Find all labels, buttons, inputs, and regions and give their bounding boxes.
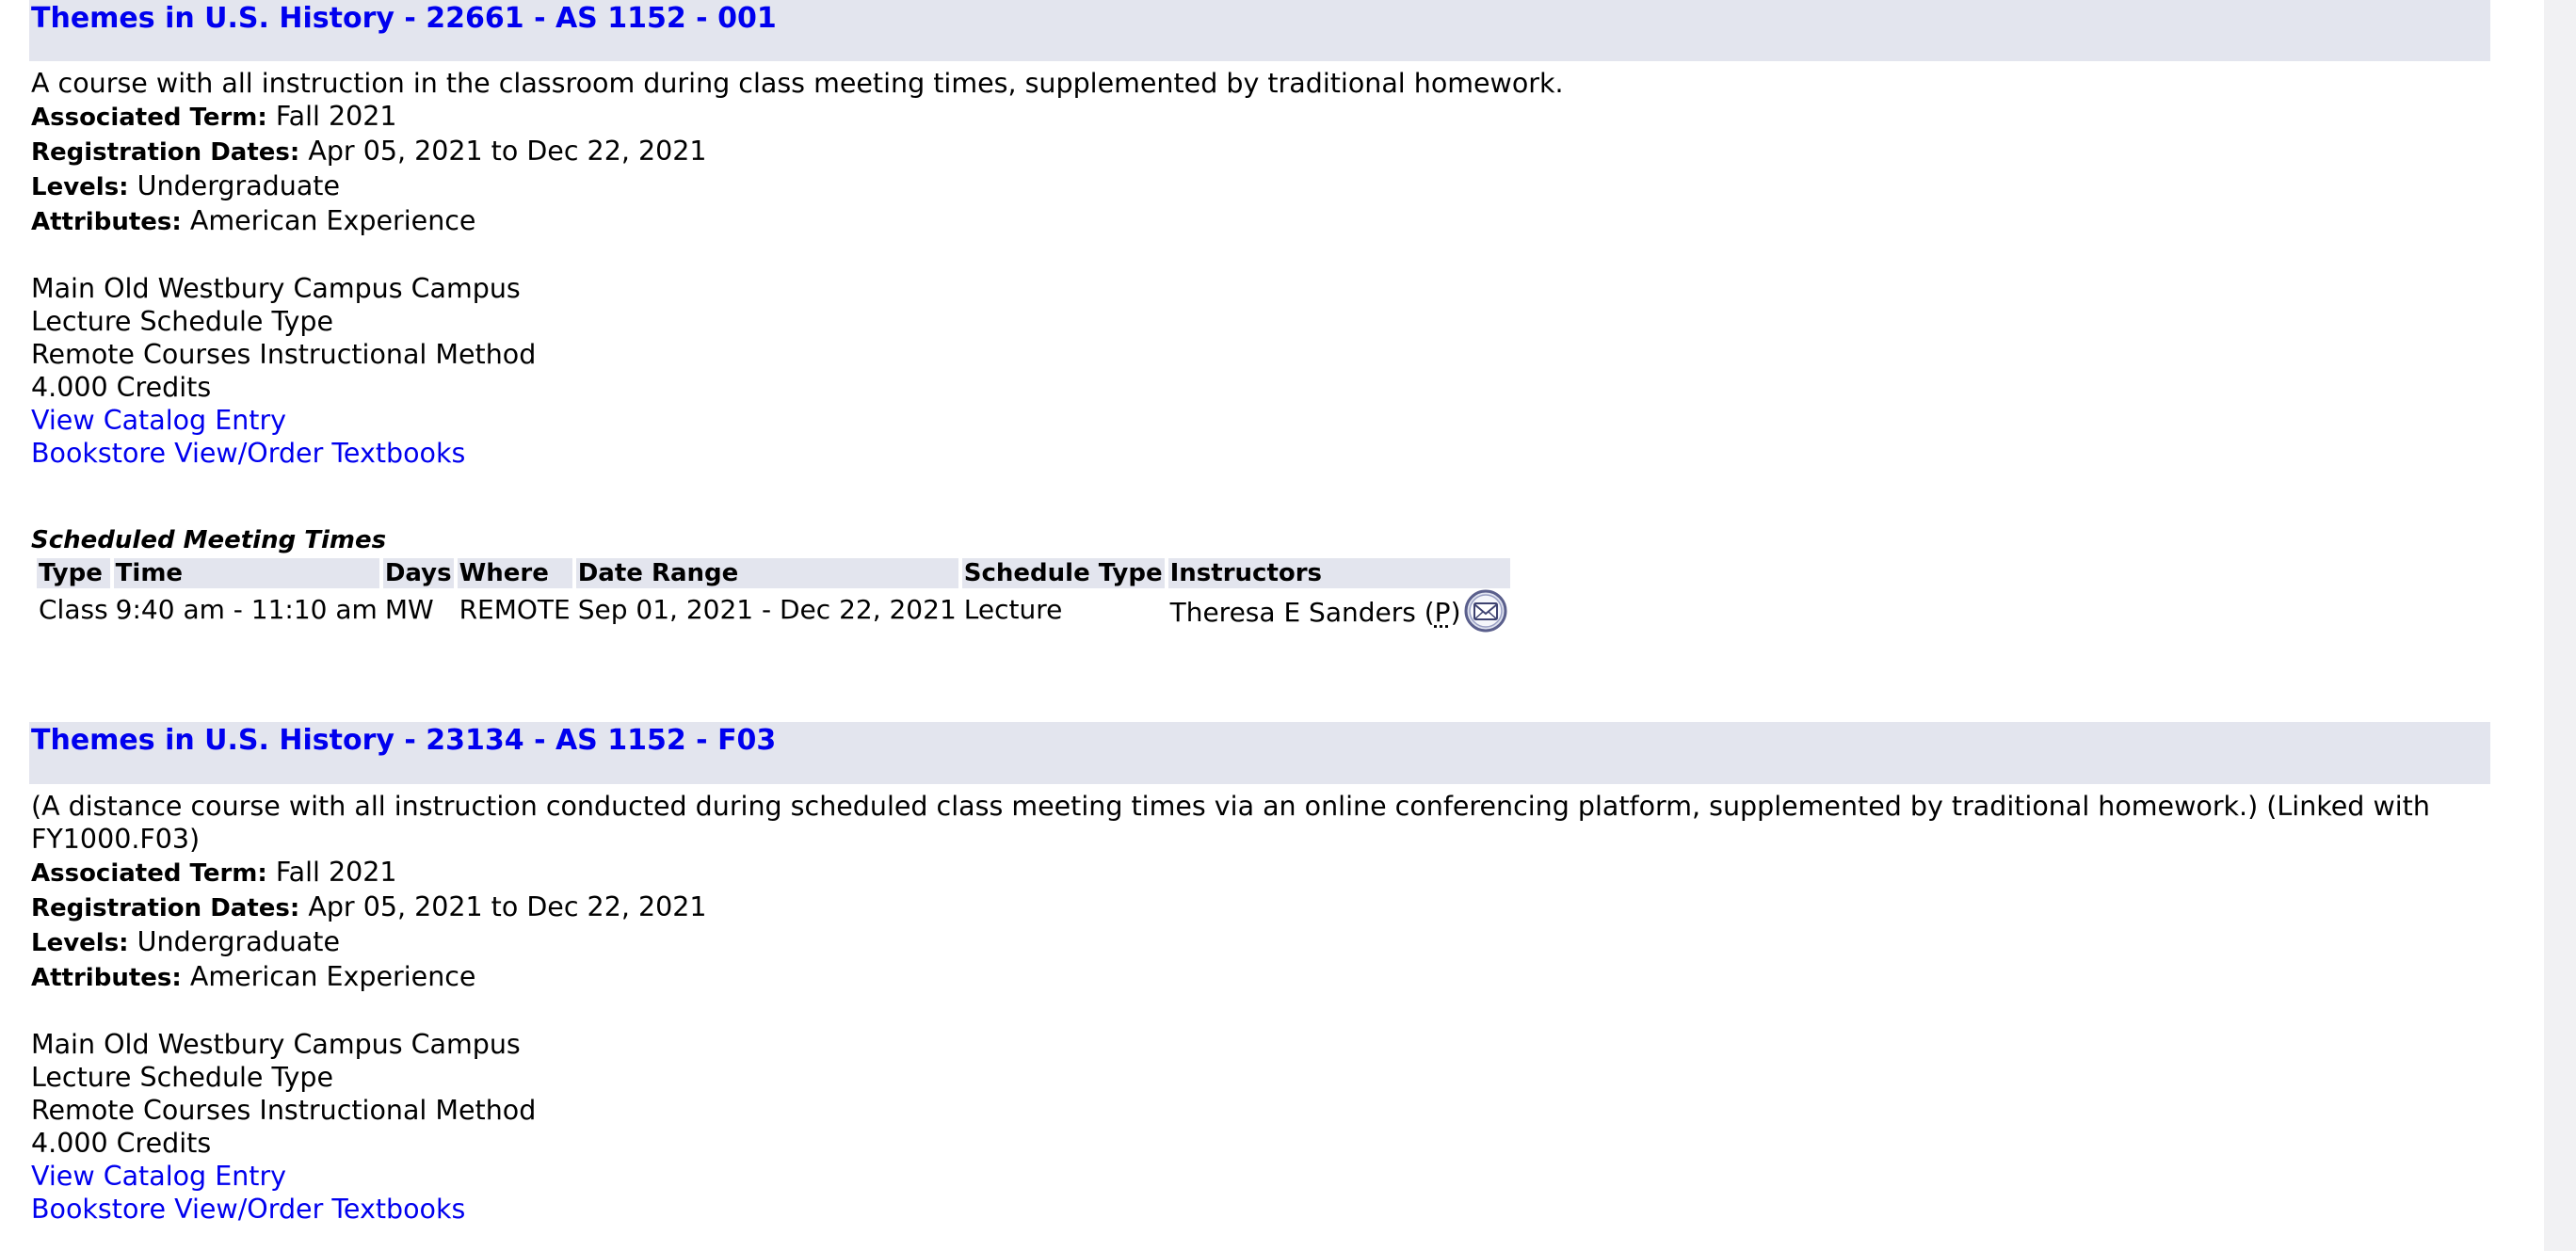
attributes-row: Attributes: American Experience <box>31 960 2490 995</box>
meeting-type: Class <box>39 594 108 625</box>
meeting-times-table: Type Time Days Where Date Range Schedule… <box>33 556 1514 635</box>
instructor-name: Theresa E Sanders <box>1169 597 1416 628</box>
attributes-label: Attributes: <box>31 964 182 992</box>
view-catalog-entry-link[interactable]: View Catalog Entry <box>31 1160 286 1193</box>
associated-term-value: Fall 2021 <box>275 101 397 132</box>
registration-dates-row: Registration Dates: Apr 05, 2021 to Dec … <box>31 890 2490 925</box>
associated-term-row: Associated Term: Fall 2021 <box>31 100 2490 135</box>
schedule-type-text: Lecture Schedule Type <box>31 1062 333 1093</box>
levels-value: Undergraduate <box>137 170 341 201</box>
meeting-instructors: Theresa E Sanders (P) <box>1168 588 1510 634</box>
associated-term-row: Associated Term: Fall 2021 <box>31 856 2490 890</box>
attributes-label: Attributes: <box>31 208 182 236</box>
meeting-where: REMOTE <box>459 594 571 625</box>
envelope-email-icon[interactable] <box>1463 588 1508 634</box>
registration-dates-value: Apr 05, 2021 to Dec 22, 2021 <box>308 136 707 167</box>
meeting-times-header-row: Type Time Days Where Date Range Schedule… <box>37 558 1510 588</box>
course-section-23134: Themes in U.S. History - 23134 - AS 1152… <box>29 722 2490 1226</box>
credits-text: 4.000 Credits <box>31 372 212 403</box>
registration-dates-row: Registration Dates: Apr 05, 2021 to Dec … <box>31 135 2490 169</box>
course-details: A course with all instruction in the cla… <box>29 67 2490 635</box>
associated-term-label: Associated Term: <box>31 859 267 888</box>
credits-text: 4.000 Credits <box>31 1128 212 1159</box>
instructional-method-text: Remote Courses Instructional Method <box>31 1095 537 1126</box>
levels-row: Levels: Undergraduate <box>31 925 2490 960</box>
primary-open-paren: ( <box>1424 597 1435 628</box>
registration-dates-label: Registration Dates: <box>31 894 300 922</box>
course-section-header: Themes in U.S. History - 22661 - AS 1152… <box>29 0 2490 61</box>
course-listing-page: Themes in U.S. History - 22661 - AS 1152… <box>0 0 2576 1251</box>
header-days: Days <box>382 558 454 588</box>
scrollbar-track[interactable] <box>2544 0 2576 1251</box>
header-schedule-type: Schedule Type <box>961 558 1165 588</box>
course-section-header: Themes in U.S. History - 23134 - AS 1152… <box>29 722 2490 784</box>
associated-term-value: Fall 2021 <box>275 857 397 888</box>
schedule-type-text: Lecture Schedule Type <box>31 306 333 337</box>
campus-text: Main Old Westbury Campus Campus <box>31 273 521 304</box>
course-details: (A distance course with all instruction … <box>29 790 2490 1226</box>
levels-label: Levels: <box>31 173 129 201</box>
levels-row: Levels: Undergraduate <box>31 169 2490 204</box>
attributes-value: American Experience <box>189 205 476 236</box>
meeting-schedule-type: Lecture <box>963 594 1063 625</box>
primary-instructor-mark: P <box>1434 597 1451 628</box>
course-title-link[interactable]: Themes in U.S. History - 22661 - AS 1152… <box>31 0 777 38</box>
bookstore-link[interactable]: Bookstore View/Order Textbooks <box>31 437 465 470</box>
header-instructors: Instructors <box>1167 558 1510 588</box>
meeting-days: MW <box>384 594 434 625</box>
registration-dates-label: Registration Dates: <box>31 138 300 167</box>
meeting-times-caption: Scheduled Meeting Times <box>31 526 387 554</box>
attributes-row: Attributes: American Experience <box>31 204 2490 239</box>
meeting-time: 9:40 am - 11:10 am <box>115 594 378 625</box>
levels-label: Levels: <box>31 929 129 957</box>
header-where: Where <box>457 558 572 588</box>
course-section-22661: Themes in U.S. History - 22661 - AS 1152… <box>29 0 2490 635</box>
primary-close-paren: ) <box>1450 597 1461 628</box>
levels-value: Undergraduate <box>137 926 341 957</box>
bookstore-link[interactable]: Bookstore View/Order Textbooks <box>31 1193 465 1226</box>
meeting-date-range: Sep 01, 2021 - Dec 22, 2021 <box>577 594 957 625</box>
campus-text: Main Old Westbury Campus Campus <box>31 1029 521 1060</box>
course-description: A course with all instruction in the cla… <box>31 68 1564 99</box>
view-catalog-entry-link[interactable]: View Catalog Entry <box>31 404 286 437</box>
header-type: Type <box>37 558 110 588</box>
attributes-value: American Experience <box>189 961 476 992</box>
header-time: Time <box>113 558 379 588</box>
course-title-link[interactable]: Themes in U.S. History - 23134 - AS 1152… <box>31 722 776 760</box>
course-description: (A distance course with all instruction … <box>31 791 2430 855</box>
associated-term-label: Associated Term: <box>31 104 267 132</box>
header-date-range: Date Range <box>575 558 958 588</box>
registration-dates-value: Apr 05, 2021 to Dec 22, 2021 <box>308 891 707 922</box>
table-row: Class 9:40 am - 11:10 am MW REMOTE Sep 0… <box>37 588 1510 634</box>
instructional-method-text: Remote Courses Instructional Method <box>31 339 537 370</box>
